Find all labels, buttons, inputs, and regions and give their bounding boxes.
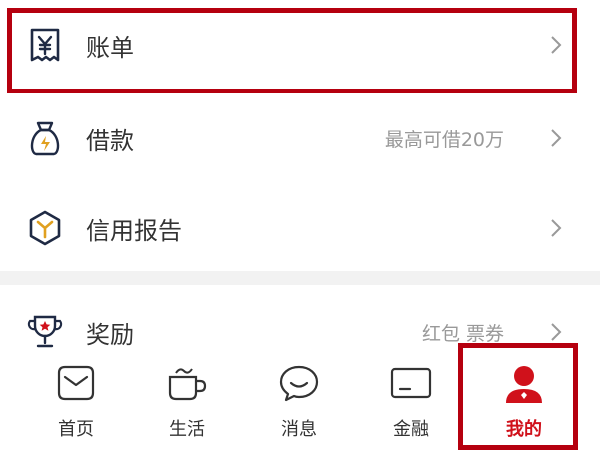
- money-bag-icon: [30, 121, 60, 156]
- menu-item-bill[interactable]: 账单: [0, 0, 600, 90]
- home-icon: [57, 365, 95, 401]
- chevron-right-icon: [551, 129, 562, 147]
- nav-label: 生活: [169, 419, 205, 440]
- trophy-icon: [27, 315, 63, 348]
- nav-label: 我的: [506, 419, 542, 440]
- nav-label: 金融: [393, 419, 429, 440]
- chat-bubble-icon: [279, 365, 319, 402]
- menu-item-label: 奖励: [86, 320, 134, 349]
- chevron-right-icon: [551, 219, 562, 237]
- nav-tab-mine[interactable]: 我的: [468, 351, 580, 451]
- menu-item-loan[interactable]: 借款 最高可借20万: [0, 93, 600, 183]
- nav-tab-home[interactable]: 首页: [20, 351, 132, 451]
- rewards-subtext: 红包 票券: [421, 322, 504, 345]
- nav-tab-life[interactable]: 生活: [131, 351, 243, 451]
- menu-item-credit-report[interactable]: 信用报告: [0, 183, 600, 273]
- nav-label: 首页: [58, 419, 94, 440]
- menu-item-label: 借款: [86, 126, 134, 155]
- section-divider: [0, 271, 600, 285]
- user-profile-icon: [506, 366, 542, 403]
- loan-limit-text: 最高可借20万: [384, 128, 504, 151]
- credit-report-hexagon-icon: [29, 210, 61, 246]
- card-icon: [390, 367, 432, 399]
- cup-icon: [168, 368, 207, 401]
- nav-label: 消息: [281, 419, 317, 440]
- nav-tab-messages[interactable]: 消息: [243, 351, 355, 451]
- bill-receipt-icon: [30, 28, 60, 62]
- nav-tab-finance[interactable]: 金融: [355, 351, 467, 451]
- chevron-right-icon: [551, 36, 562, 54]
- bottom-nav: 首页 生活 消息 金融 我的: [0, 351, 600, 451]
- chevron-right-icon: [551, 323, 562, 341]
- menu-item-label: 信用报告: [86, 216, 182, 245]
- menu-item-label: 账单: [86, 33, 134, 62]
